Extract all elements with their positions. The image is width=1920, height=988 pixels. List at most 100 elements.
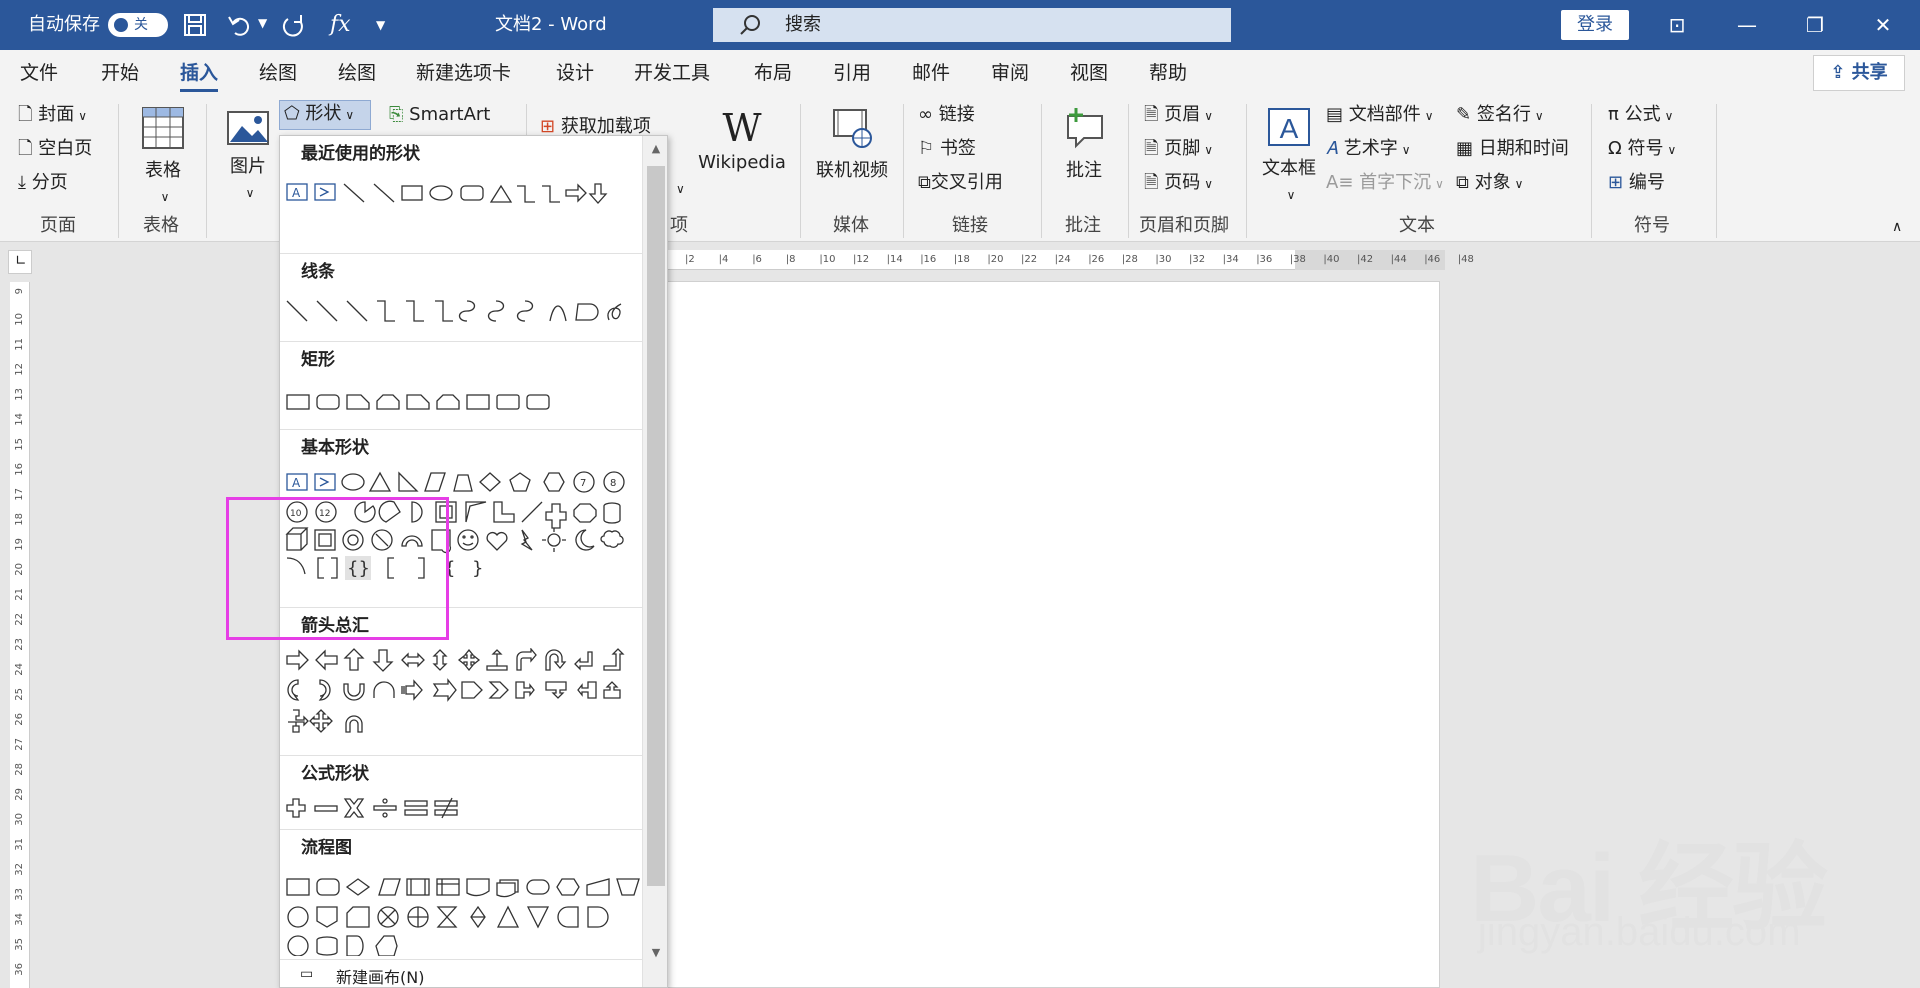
table-button[interactable]: 表格 ∨ xyxy=(138,106,188,210)
ruler-tick-label: 19 xyxy=(14,538,25,551)
customize-qat-icon[interactable]: ▼ xyxy=(376,0,385,50)
section-recent: 最近使用的形状 A {} xyxy=(280,136,642,254)
cross-reference-button[interactable]: ⧉交叉引用 xyxy=(918,170,1003,196)
ruler-tick-label: 27 xyxy=(14,738,25,751)
redo-icon[interactable] xyxy=(282,13,308,37)
tab-developer[interactable]: 开发工具 xyxy=(634,50,710,96)
signature-icon: ✎ xyxy=(1456,104,1472,125)
quick-parts-icon: ▤ xyxy=(1326,104,1344,125)
group-pages-label: 页面 xyxy=(40,215,76,236)
collapse-ribbon-icon[interactable]: ∧ xyxy=(1892,214,1902,240)
number-icon: ⊞ xyxy=(1608,172,1624,193)
ruler-tick-label: 11 xyxy=(14,338,25,351)
parts-label: 文档部件 xyxy=(1348,104,1421,125)
tab-new[interactable]: 新建选项卡 xyxy=(416,50,511,96)
new-canvas-item[interactable]: ▭ 新建画布(N) xyxy=(280,960,642,987)
header-button[interactable]: 🗎 页眉 ∨ xyxy=(1144,102,1213,129)
ruler-tick-label: 35 xyxy=(14,938,25,951)
tab-draw[interactable]: 绘图 xyxy=(259,50,297,96)
pagenum-label: 页码 xyxy=(1164,172,1201,193)
tab-mailings[interactable]: 邮件 xyxy=(912,50,950,96)
comment-label: 批注 xyxy=(1066,160,1102,181)
ruler-tick-label: |32 xyxy=(1189,254,1206,265)
symbol-label: 符号 xyxy=(1627,138,1664,159)
login-button[interactable]: 登录 xyxy=(1561,10,1629,40)
ribbon-display-options-icon[interactable]: ⊡ xyxy=(1647,0,1707,50)
page-number-button[interactable]: 🗎 页码 ∨ xyxy=(1144,170,1213,197)
drop-cap-button[interactable]: A≡ 首字下沉 ∨ xyxy=(1326,170,1444,197)
link-icon: ∞ xyxy=(918,104,933,125)
tab-insert[interactable]: 插入 xyxy=(180,50,219,96)
search-box[interactable]: 搜索 xyxy=(713,8,1231,42)
section-lines: 线条 xyxy=(280,254,642,342)
smartart-button[interactable]: ⎘ SmartArt xyxy=(389,102,490,128)
tab-design[interactable]: 设计 xyxy=(556,50,594,96)
highlight-box xyxy=(226,497,449,640)
autosave-toggle[interactable]: 关 xyxy=(108,13,168,37)
tab-help[interactable]: 帮助 xyxy=(1149,50,1187,96)
addins-chevron-icon[interactable]: ∨ xyxy=(676,176,685,202)
restore-icon[interactable]: ❐ xyxy=(1785,0,1845,50)
ruler-tick-label: |6 xyxy=(752,254,762,265)
tab-file[interactable]: 文件 xyxy=(20,50,58,96)
tab-review[interactable]: 审阅 xyxy=(991,50,1029,96)
bookmark-button[interactable]: ⚐ 书签 xyxy=(918,136,976,162)
vertical-ruler[interactable]: 9 10 11 12 13 14 15 16 17 18 19 20 21 22 23 24 25 26 27 28 2… xyxy=(10,282,30,988)
function-icon[interactable]: fx xyxy=(330,0,351,50)
undo-icon[interactable] xyxy=(227,13,253,37)
quick-parts-button[interactable]: ▤ 文档部件 ∨ xyxy=(1326,102,1434,129)
flowchart-grid[interactable] xyxy=(284,876,642,956)
separator xyxy=(1716,104,1717,238)
equation-button[interactable]: π 公式 ∨ xyxy=(1608,102,1673,129)
object-button[interactable]: ⧉ 对象 ∨ xyxy=(1456,170,1523,197)
gallery-scrollbar[interactable]: ▲ ▼ xyxy=(642,136,667,987)
wikipedia-button[interactable]: W Wikipedia xyxy=(694,106,790,176)
ruler-tick-label: 9 xyxy=(14,288,25,295)
cover-page-button[interactable]: 🗋 封面 ∨ xyxy=(18,102,87,129)
scroll-down-icon[interactable]: ▼ xyxy=(648,946,664,962)
number-label: 编号 xyxy=(1628,172,1665,193)
tab-home[interactable]: 开始 xyxy=(101,50,139,96)
tab-selector[interactable]: ∟ xyxy=(8,250,32,274)
separator xyxy=(903,104,904,238)
tab-references[interactable]: 引用 xyxy=(833,50,871,96)
footer-button[interactable]: 🗎 页脚 ∨ xyxy=(1144,136,1213,163)
equation-shapes-row[interactable] xyxy=(284,796,642,822)
ruler-tick-label: |8 xyxy=(785,254,796,265)
symbol-button[interactable]: Ω 符号 ∨ xyxy=(1608,136,1676,163)
blank-page-button[interactable]: 🗋 空白页 xyxy=(18,136,92,162)
share-button[interactable]: ⇪ 共享 xyxy=(1813,55,1905,91)
signature-line-button[interactable]: ✎ 签名行 ∨ xyxy=(1456,102,1544,129)
cross-reference-icon: ⧉ xyxy=(918,172,931,193)
block-arrows-grid[interactable] xyxy=(284,648,642,748)
text-box-button[interactable]: A 文本框 ∨ xyxy=(1256,106,1322,208)
cover-page-icon: 🗋 xyxy=(18,104,33,125)
wordart-button[interactable]: 𝐴 艺术字 ∨ xyxy=(1326,136,1411,163)
save-icon[interactable] xyxy=(183,13,207,37)
picture-button[interactable]: 图片 ∨ xyxy=(222,110,274,206)
minimize-icon[interactable]: — xyxy=(1717,0,1777,50)
ruler-tick-label: |42 xyxy=(1357,254,1374,265)
close-icon[interactable]: ✕ xyxy=(1853,0,1913,50)
header-label: 页眉 xyxy=(1164,104,1201,125)
ruler-tick-label: 25 xyxy=(14,688,25,701)
rectangles-row[interactable] xyxy=(284,392,642,418)
document-page[interactable] xyxy=(667,281,1440,988)
tab-draw-2[interactable]: 绘图 xyxy=(338,50,376,96)
tab-layout[interactable]: 布局 xyxy=(754,50,792,96)
number-button[interactable]: ⊞ 编号 xyxy=(1608,170,1665,196)
tab-view[interactable]: 视图 xyxy=(1070,50,1108,96)
page-break-button[interactable]: ⤓ 分页 xyxy=(18,170,68,196)
shapes-button[interactable]: ⬠ 形状 ∨ xyxy=(279,100,371,130)
online-video-button[interactable]: 联机视频 xyxy=(812,106,892,184)
scroll-thumb[interactable] xyxy=(647,166,665,886)
comment-button[interactable]: 批注 xyxy=(1057,106,1111,184)
scroll-up-icon[interactable]: ▲ xyxy=(648,142,664,158)
date-time-button[interactable]: ▦ 日期和时间 xyxy=(1456,136,1569,162)
undo-dropdown-icon[interactable]: ▼ xyxy=(258,16,267,30)
svg-text:7: 7 xyxy=(580,478,586,489)
lines-row[interactable] xyxy=(284,298,642,324)
recent-shapes-row[interactable]: A {} xyxy=(284,180,642,206)
link-button[interactable]: ∞ 链接 xyxy=(918,102,975,128)
horizontal-ruler[interactable]: |2 |4 |6 |8 |10 |12 |14 |16 |18 |20 |22 |24 |26 |28 |3… xyxy=(667,250,1474,270)
